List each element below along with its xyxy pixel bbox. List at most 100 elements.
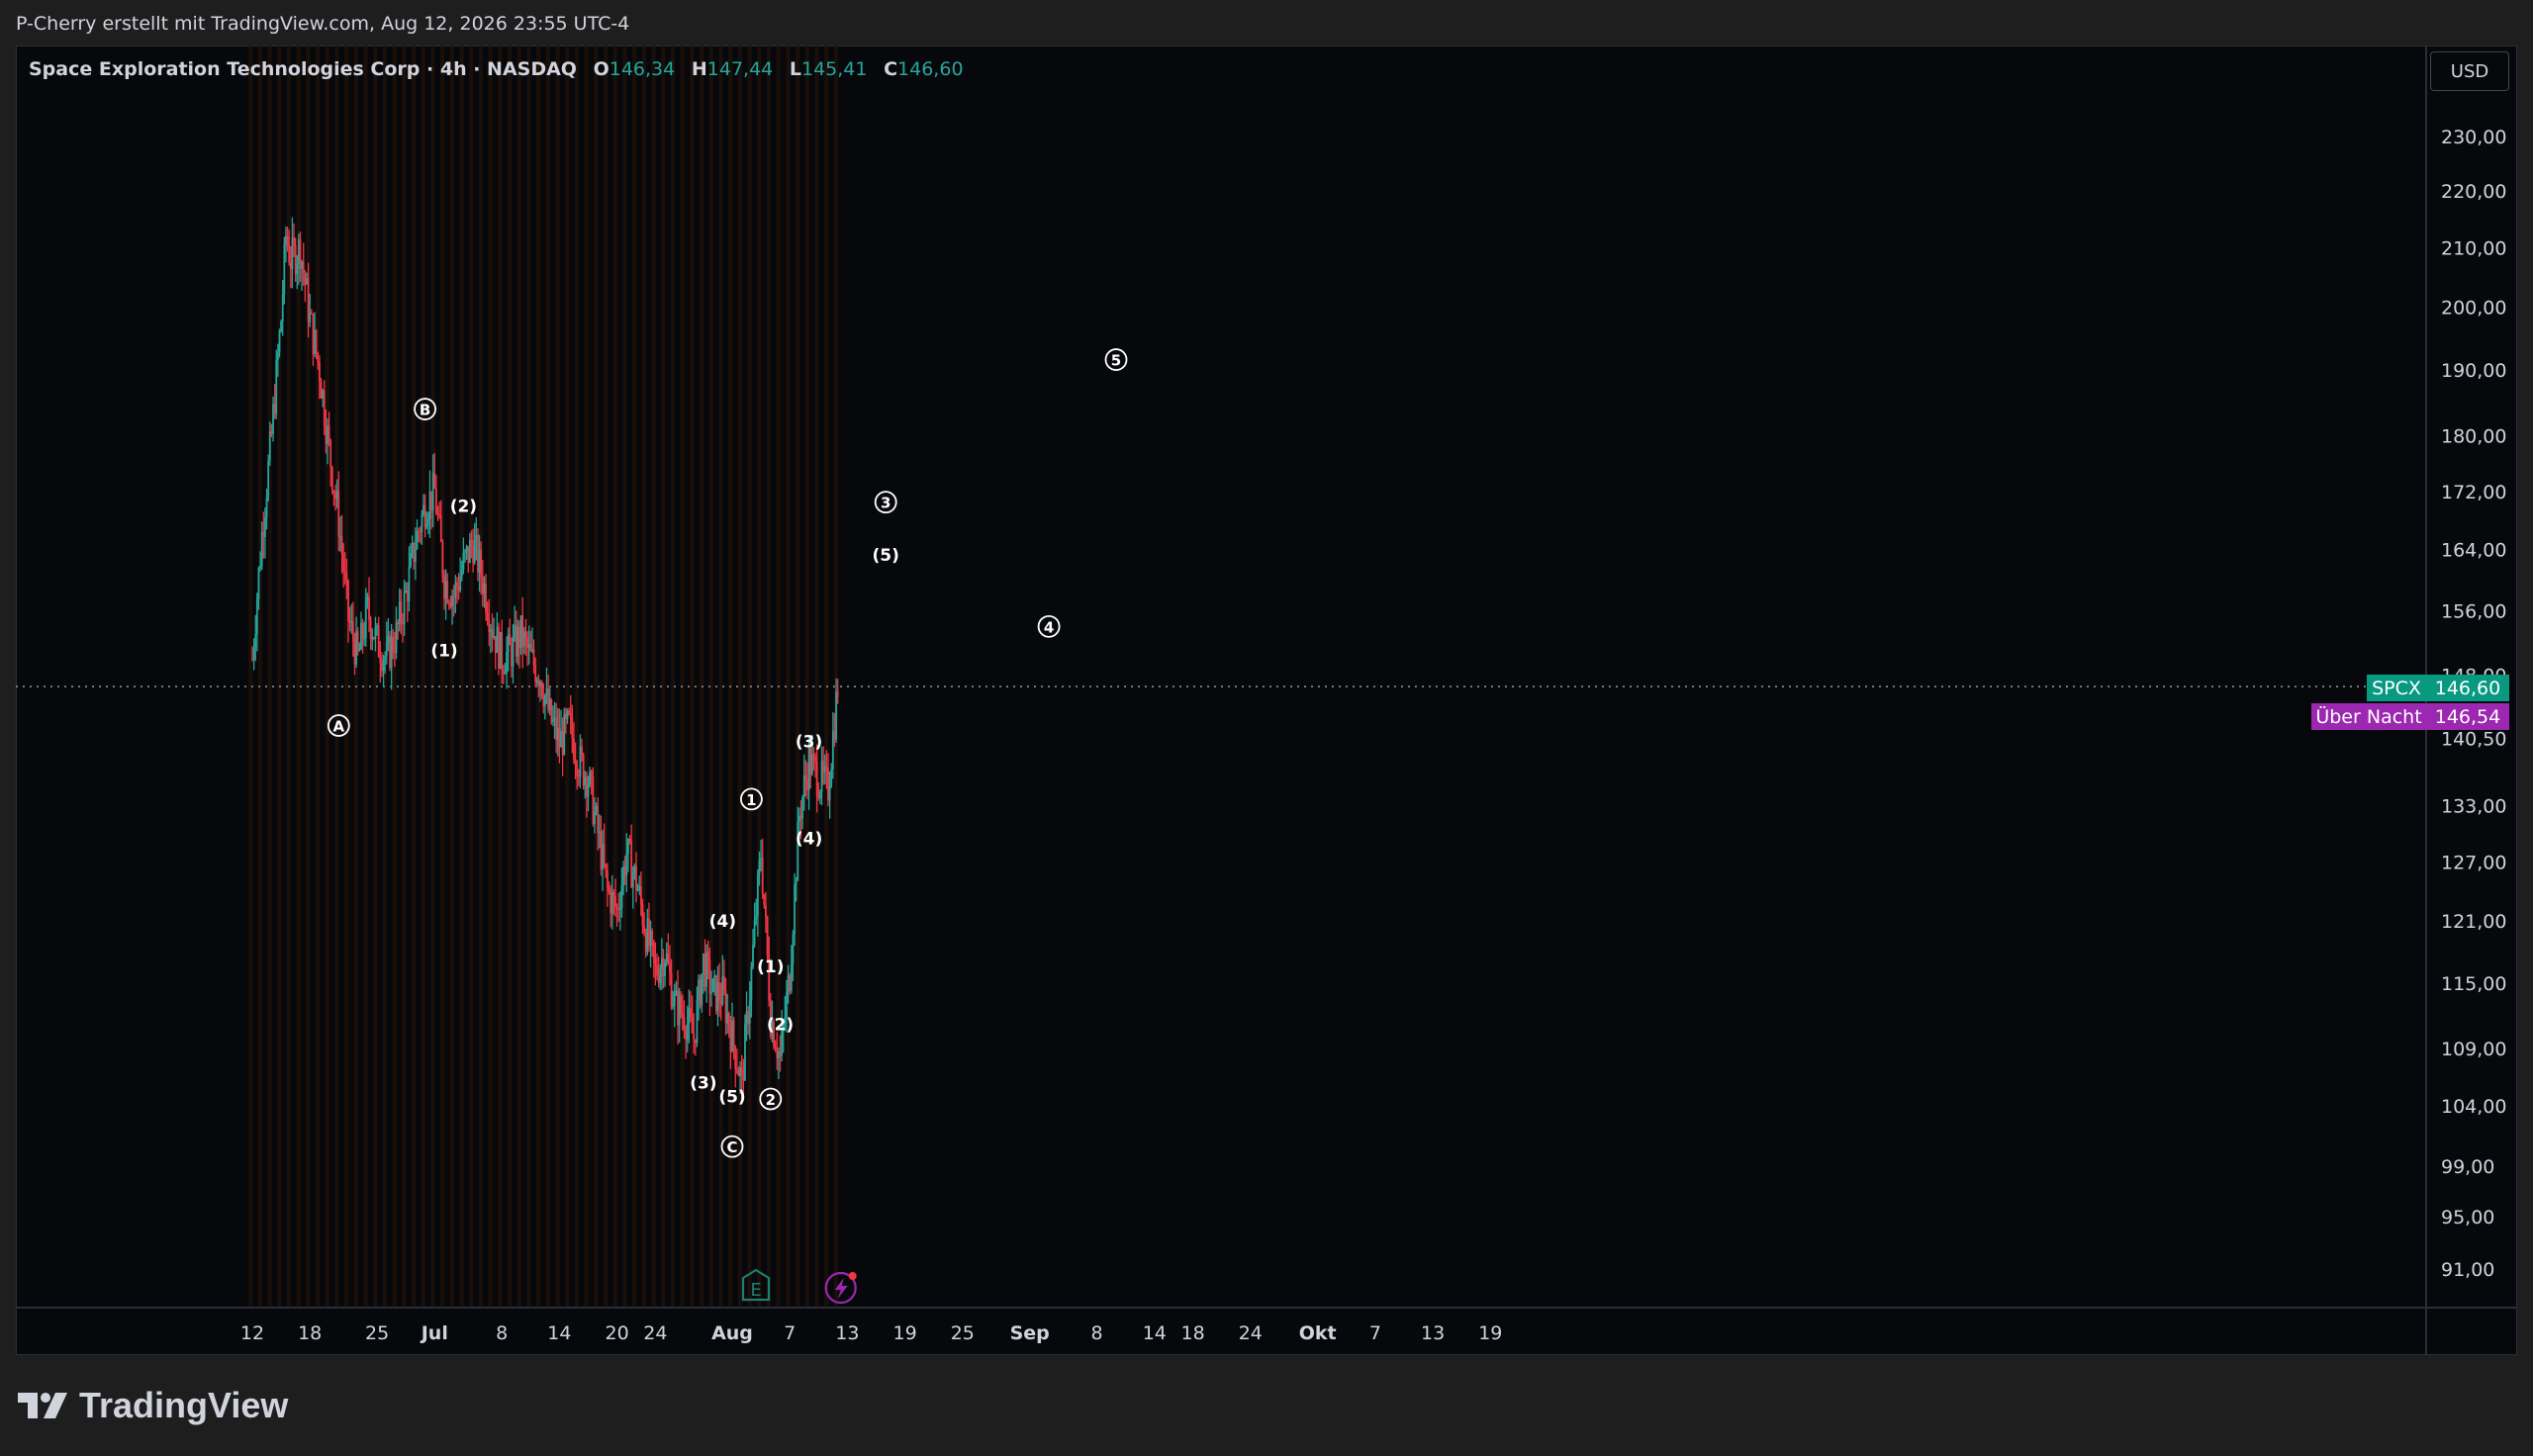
session-stripe xyxy=(325,46,329,1308)
price-tick-label: 190,00 xyxy=(2441,360,2506,382)
time-tick-label: 13 xyxy=(1421,1322,1445,1344)
symbol-title[interactable]: Space Exploration Technologies Corp · 4h… xyxy=(29,58,577,80)
candle-body xyxy=(625,854,628,876)
candle-body xyxy=(464,551,466,553)
candle-body xyxy=(724,990,727,1024)
session-stripe xyxy=(267,46,272,1308)
candle-body xyxy=(576,764,579,776)
candle-body xyxy=(289,262,292,270)
candle-body xyxy=(631,872,634,888)
candle-body xyxy=(439,515,442,542)
candle-body xyxy=(276,352,279,360)
candle-body xyxy=(415,548,417,563)
candle-body xyxy=(719,1000,722,1005)
candle-body xyxy=(423,504,426,528)
time-tick-label: 14 xyxy=(1143,1322,1167,1344)
candle-body xyxy=(460,570,463,577)
price-chart[interactable]: A B (1) (2) (3) (4) (5) C 1 (1) (2) 2 (3) (4) 3 (5) 4 5 2… xyxy=(0,0,2533,1456)
candle-body xyxy=(726,1013,729,1024)
session-stripe xyxy=(690,46,695,1308)
candle-body xyxy=(443,575,445,599)
session-stripe xyxy=(700,46,704,1308)
candle-body xyxy=(515,625,517,657)
candle-body xyxy=(516,627,519,657)
session-stripe xyxy=(680,46,685,1308)
time-tick-label: 19 xyxy=(893,1322,917,1344)
candle-body xyxy=(623,865,626,876)
candle-body xyxy=(537,681,540,687)
candle-body xyxy=(737,1070,740,1077)
wave-label: (1) xyxy=(430,642,457,662)
candle-body xyxy=(729,1028,732,1051)
session-stripe xyxy=(814,46,819,1308)
open-value: 146,34 xyxy=(609,58,676,80)
candle-body xyxy=(830,770,833,787)
candle-body xyxy=(547,687,549,710)
candle-body xyxy=(436,513,439,515)
brand-logo[interactable]: TradingView xyxy=(18,1385,288,1426)
candle-body xyxy=(727,1013,730,1029)
candle-body xyxy=(430,491,432,511)
candle-body xyxy=(389,635,391,669)
session-stripe xyxy=(708,46,713,1308)
time-tick-label: 7 xyxy=(784,1322,796,1344)
candle-body xyxy=(315,329,318,353)
session-stripe xyxy=(718,46,723,1308)
candle-body xyxy=(693,1033,696,1040)
candle-body xyxy=(328,425,330,441)
candle-body xyxy=(345,572,348,582)
time-tick-label: 24 xyxy=(643,1322,667,1344)
candle-body xyxy=(627,839,629,855)
currency-button[interactable]: USD xyxy=(2430,51,2509,91)
candle-body xyxy=(264,516,266,538)
candle-body xyxy=(521,615,524,647)
candle-body xyxy=(744,1024,746,1081)
time-tick-label: Okt xyxy=(1299,1322,1337,1344)
candle-body xyxy=(614,896,616,908)
session-stripe xyxy=(804,46,809,1308)
candle-body xyxy=(273,404,276,414)
candle-body xyxy=(734,1046,737,1070)
candle-body xyxy=(675,990,678,995)
candle-body xyxy=(721,975,724,1005)
candle-body xyxy=(747,1011,750,1024)
candle-body xyxy=(486,612,489,621)
session-stripe xyxy=(632,46,637,1308)
candle-body xyxy=(363,637,366,640)
wave-label: (3) xyxy=(690,1074,716,1094)
symbol-legend[interactable]: Space Exploration Technologies Corp · 4h… xyxy=(29,58,964,80)
candle-body xyxy=(608,887,610,892)
candle-body xyxy=(735,1069,738,1071)
candle-body xyxy=(718,982,720,1001)
candle-body xyxy=(574,760,577,765)
session-stripe xyxy=(651,46,656,1308)
candle-body xyxy=(571,716,574,739)
candle-body xyxy=(545,687,548,696)
session-stripe xyxy=(747,46,752,1308)
time-tick-label: 20 xyxy=(606,1322,629,1344)
candle-body xyxy=(656,964,658,976)
candle-body xyxy=(673,994,676,1007)
candle-body xyxy=(699,979,702,1006)
session-stripe xyxy=(392,46,397,1308)
candle-body xyxy=(504,673,507,675)
candle-body xyxy=(540,682,543,696)
price-tick-label: 140,50 xyxy=(2441,729,2506,751)
candle-body xyxy=(422,504,424,515)
candle-body xyxy=(278,331,281,353)
wave-label: 2 xyxy=(766,1091,776,1109)
session-stripe xyxy=(594,46,599,1308)
candle-body xyxy=(329,440,332,468)
candle-body xyxy=(790,963,793,991)
candle-body xyxy=(828,786,831,801)
candle-body xyxy=(820,761,823,792)
candle-body xyxy=(563,713,566,755)
candle-body xyxy=(564,713,567,720)
candle-body xyxy=(603,843,606,864)
candle-body xyxy=(451,595,453,607)
candle-body xyxy=(534,665,537,682)
candle-body xyxy=(566,710,569,720)
candle-body xyxy=(823,766,826,773)
candle-body xyxy=(296,263,299,274)
candle-body xyxy=(288,245,291,263)
